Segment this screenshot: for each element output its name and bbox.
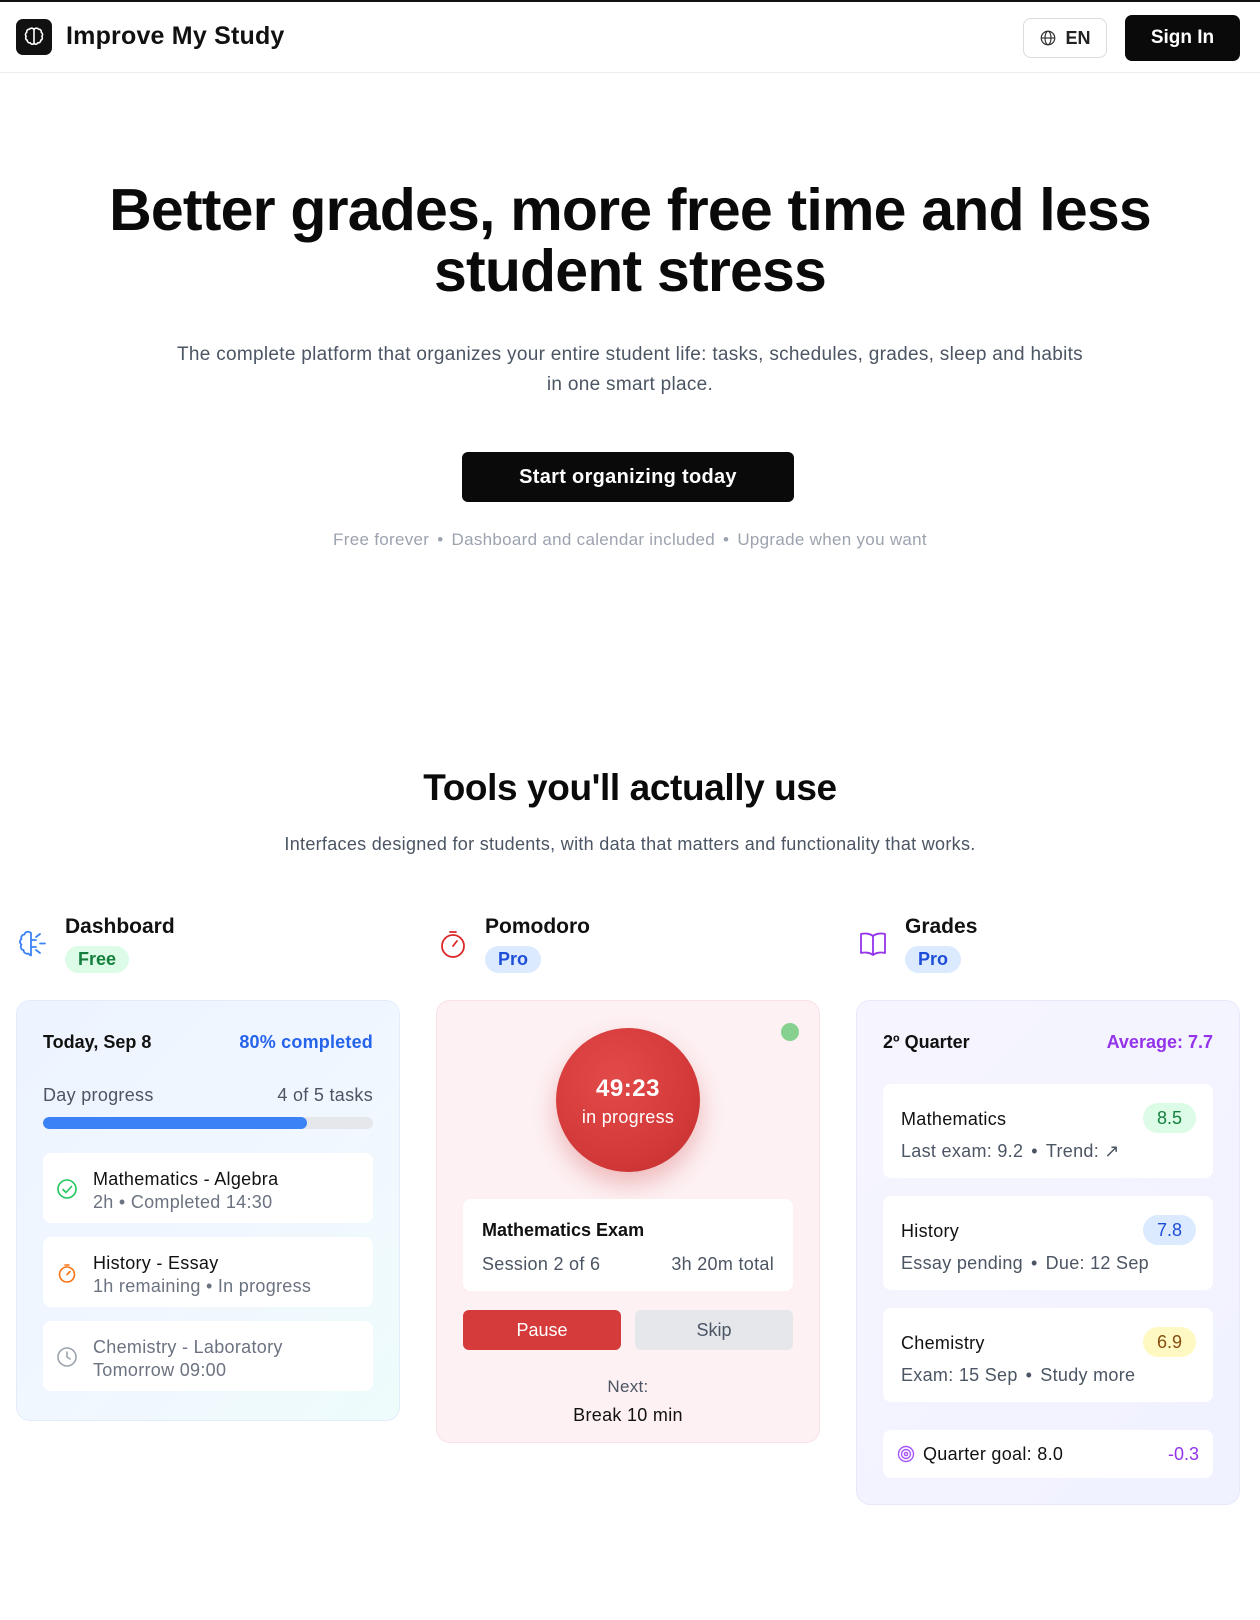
task-title: Chemistry - Laboratory xyxy=(93,1337,283,1357)
session-total: 3h 20m total xyxy=(671,1254,774,1274)
day-progress-row: Day progress 4 of 5 tasks xyxy=(43,1085,373,1106)
language-selector[interactable]: EN xyxy=(1023,18,1107,58)
site-header: Improve My Study EN Sign In xyxy=(0,2,1260,73)
task-item[interactable]: History - Essay 1h remaining • In progre… xyxy=(43,1237,373,1307)
note-separator: • xyxy=(437,530,444,549)
today-date: Today, Sep 8 xyxy=(43,1032,152,1052)
subject-meta: Exam: 15 Sep • Study more xyxy=(901,1365,1135,1386)
clock-icon xyxy=(57,1347,77,1367)
task-item[interactable]: Mathematics - Algebra 2h • Completed 14:… xyxy=(43,1153,373,1223)
brain-logo-icon[interactable] xyxy=(16,19,52,55)
day-progress-label: Day progress xyxy=(43,1085,154,1105)
task-meta: Tomorrow 09:00 xyxy=(93,1360,227,1380)
check-circle-icon xyxy=(57,1179,77,1199)
dashboard-heading: Dashboard Free xyxy=(16,915,400,975)
subject-meta-a: Exam: 15 Sep xyxy=(901,1365,1018,1385)
pomodoro-card: 49:23 in progress Mathematics Exam Sessi… xyxy=(436,1000,820,1443)
subject-name: History xyxy=(901,1221,960,1241)
brand-name[interactable]: Improve My Study xyxy=(66,22,285,51)
timer-time: 49:23 xyxy=(596,1075,660,1102)
meta-separator: • xyxy=(1030,1253,1038,1273)
quarter-goal-label: Quarter goal: 8.0 xyxy=(923,1444,1064,1464)
quarter-label: 2º Quarter xyxy=(883,1032,970,1052)
hero-title: Better grades, more free time and less s… xyxy=(109,177,1152,304)
goal-difference: -0.3 xyxy=(1167,1444,1199,1464)
day-progress-bar xyxy=(43,1117,373,1129)
session-info: Mathematics Exam Session 2 of 6 3h 20m t… xyxy=(463,1199,793,1291)
subject-card-history[interactable]: History 7.8 Essay pending • Due: 12 Sep xyxy=(883,1196,1213,1290)
subject-meta-a: Last exam: 9.2 xyxy=(901,1141,1024,1161)
book-open-icon xyxy=(860,932,886,956)
subject-name: Mathematics xyxy=(901,1109,1007,1129)
note-separator: • xyxy=(723,530,730,549)
pro-badge: Pro xyxy=(905,946,962,973)
sign-in-button[interactable]: Sign In xyxy=(1125,15,1240,61)
pro-badge: Pro xyxy=(485,946,542,973)
brain-icon xyxy=(19,930,46,957)
subject-meta-b: Study more xyxy=(1040,1365,1136,1385)
subject-card-mathematics[interactable]: Mathematics 8.5 Last exam: 9.2 • Trend: ↗ xyxy=(883,1084,1213,1178)
quarter-goal: Quarter goal: 8.0 -0.3 xyxy=(883,1430,1213,1478)
free-badge: Free xyxy=(65,946,130,973)
session-title: Mathematics Exam xyxy=(482,1220,645,1240)
grades-card: 2º Quarter Average: 7.7 Mathematics 8.5 … xyxy=(856,1000,1240,1505)
dashboard-card: Today, Sep 8 80% completed Day progress … xyxy=(16,1000,400,1421)
next-value: Break 10 min xyxy=(573,1405,683,1425)
status-indicator xyxy=(781,1023,799,1041)
grades-heading: Grades Pro xyxy=(856,915,1240,975)
start-organizing-button[interactable]: Start organizing today xyxy=(462,452,794,502)
dashboard-card-header: Today, Sep 8 80% completed xyxy=(43,1032,373,1053)
cta-notes: Free forever • Dashboard and calendar incl… xyxy=(200,530,1060,550)
dashboard-title: Dashboard xyxy=(65,915,175,938)
subject-name: Chemistry xyxy=(901,1333,985,1353)
grades-title: Grades xyxy=(905,915,978,938)
task-title: History - Essay xyxy=(93,1253,219,1273)
pomodoro-timer[interactable]: 49:23 in progress xyxy=(556,1028,700,1172)
skip-button[interactable]: Skip xyxy=(635,1310,793,1350)
subject-meta: Last exam: 9.2 • Trend: ↗ xyxy=(901,1141,1120,1162)
pomodoro-title: Pomodoro xyxy=(485,915,590,938)
session-count: Session 2 of 6 xyxy=(482,1254,601,1274)
globe-icon xyxy=(1041,30,1056,46)
task-item[interactable]: Chemistry - Laboratory Tomorrow 09:00 xyxy=(43,1321,373,1391)
completion-percent: 80% completed xyxy=(239,1032,373,1052)
subject-meta: Essay pending • Due: 12 Sep xyxy=(901,1253,1149,1274)
day-progress-fill xyxy=(43,1117,307,1129)
tools-section-title: Tools you'll actually use xyxy=(423,767,837,808)
meta-separator: • xyxy=(1025,1365,1033,1385)
grades-card-header: 2º Quarter Average: 7.7 xyxy=(883,1032,1213,1053)
task-meta: 2h • Completed 14:30 xyxy=(93,1192,273,1212)
subject-card-chemistry[interactable]: Chemistry 6.9 Exam: 15 Sep • Study more xyxy=(883,1308,1213,1402)
subject-meta-b: Due: 12 Sep xyxy=(1045,1253,1149,1273)
pause-button[interactable]: Pause xyxy=(463,1310,621,1350)
note-dashboard: Dashboard and calendar included xyxy=(451,530,716,549)
subject-meta-b: Trend: ↗ xyxy=(1045,1141,1120,1161)
grade-badge: 7.8 xyxy=(1142,1215,1196,1245)
timer-icon xyxy=(441,931,465,958)
language-label: EN xyxy=(1065,27,1091,48)
timer-status: in progress xyxy=(581,1107,675,1127)
subject-meta-a: Essay pending xyxy=(901,1253,1023,1273)
grade-badge: 8.5 xyxy=(1142,1103,1196,1133)
task-count: 4 of 5 tasks xyxy=(277,1085,373,1105)
task-meta: 1h remaining • In progress xyxy=(93,1276,312,1296)
timer-icon xyxy=(58,1264,76,1283)
tools-section-subtitle: Interfaces designed for students, with d… xyxy=(284,834,976,854)
session-details: Session 2 of 6 3h 20m total xyxy=(482,1254,774,1275)
next-label: Next: xyxy=(607,1377,649,1396)
pomodoro-heading: Pomodoro Pro xyxy=(436,915,820,975)
average-grade: Average: 7.7 xyxy=(1106,1032,1213,1052)
meta-separator: • xyxy=(1031,1141,1038,1161)
grade-badge: 6.9 xyxy=(1142,1327,1196,1357)
task-title: Mathematics - Algebra xyxy=(93,1169,279,1189)
hero-subtitle: The complete platform that organizes you… xyxy=(177,344,1083,395)
note-upgrade: Upgrade when you want xyxy=(737,530,927,549)
note-free: Free forever xyxy=(333,530,430,549)
target-icon xyxy=(897,1445,915,1463)
